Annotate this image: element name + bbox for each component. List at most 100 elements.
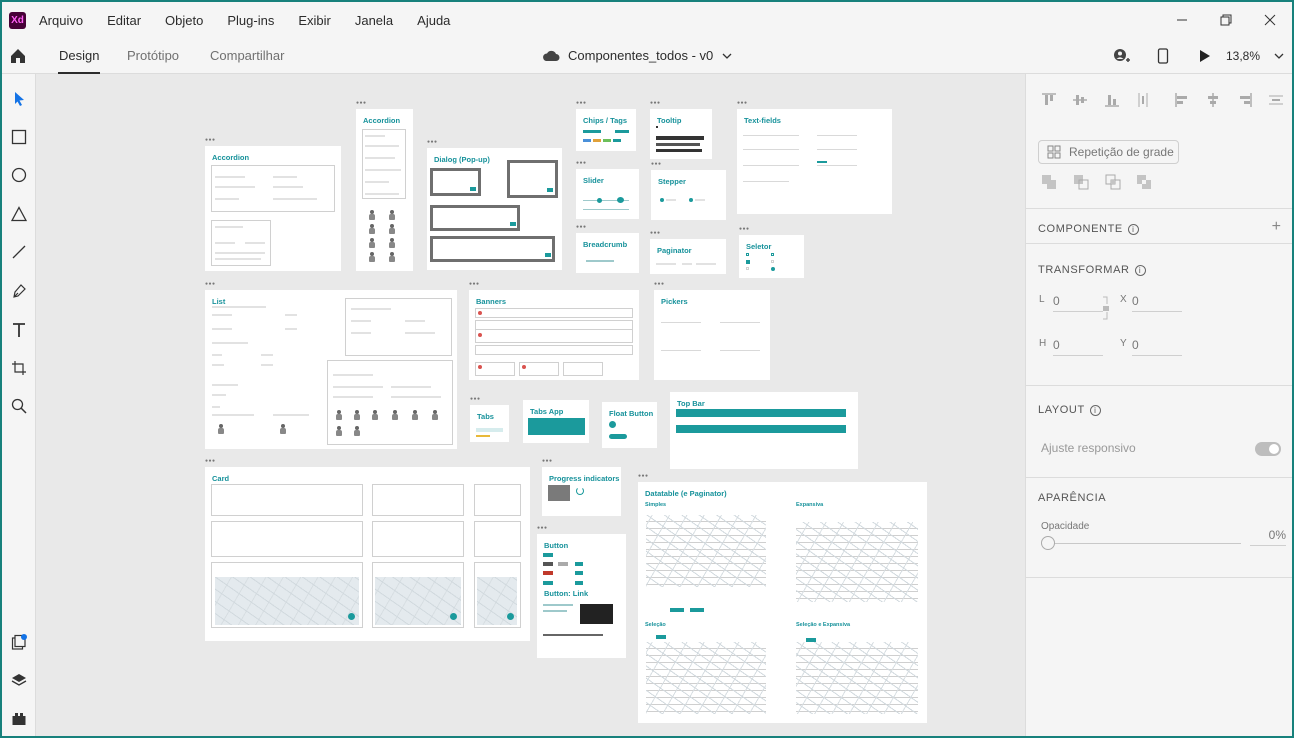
menu-ajuda[interactable]: Ajuda [417,13,450,28]
polygon-tool[interactable] [8,203,30,225]
assets-panel-button[interactable] [8,631,30,653]
zoom-level[interactable]: 13,8% [1226,49,1266,63]
artboard-chips[interactable]: ●●● Chips / Tags [576,100,636,151]
minimize-button[interactable] [1160,2,1204,38]
menu-plugins[interactable]: Plug-ins [227,13,274,28]
close-button[interactable] [1248,2,1292,38]
table-section-title: Expansiva [796,502,824,508]
align-center-icon[interactable] [1205,92,1221,108]
restore-button[interactable] [1204,2,1248,38]
zoom-dropdown[interactable] [1266,38,1292,74]
artboard-list[interactable]: ●●● List [205,281,457,449]
rectangle-tool[interactable] [8,126,30,148]
artboard-accordion[interactable]: ●●● Accordion [205,137,341,271]
menu-arquivo[interactable]: Arquivo [39,13,83,28]
x-input[interactable]: 0 [1132,294,1182,312]
artboard-label: ●●● [737,100,748,106]
device-preview-button[interactable] [1142,38,1184,74]
plugins-panel-button[interactable] [8,708,30,730]
menu-editar[interactable]: Editar [107,13,141,28]
artboard-top-bar[interactable]: Top Bar [670,392,858,469]
artboard-breadcrumb[interactable]: ●●● Breadcrumb [576,224,639,273]
artboard-paginator[interactable]: ●●● Paginator [650,230,726,274]
align-top-icon[interactable] [1041,92,1057,108]
design-canvas[interactable]: ●●● Accordion ●●● Accordion ●●● Dialog (… [37,74,1025,736]
align-left-icon[interactable] [1174,92,1190,108]
height-input[interactable]: 0 [1053,338,1103,356]
artboard-textfields[interactable]: ●●● Text-fields [737,100,892,214]
artboard-title: Paginator [657,246,692,255]
document-title-dropdown[interactable]: Componentes_todos - v0 [542,48,733,63]
layers-panel-button[interactable] [8,669,30,691]
menu-exibir[interactable]: Exibir [298,13,331,28]
artboard-button[interactable]: ●●● Button Button: Link [537,525,626,658]
tab-design[interactable]: Design [57,48,101,74]
artboard-card[interactable]: ●●● Card [205,458,530,641]
artboard-progress[interactable]: ●●● Progress indicators [542,458,621,516]
artboard-accordion-2[interactable]: ●●● Accordion [356,100,413,271]
info-icon[interactable]: i [1089,405,1101,416]
opacity-input[interactable]: 0% [1250,528,1286,546]
opacity-slider-track[interactable] [1048,543,1241,544]
opacity-slider-thumb[interactable] [1041,536,1055,550]
repeat-grid-button[interactable]: Repetição de grade [1038,140,1179,164]
y-input[interactable]: 0 [1132,338,1182,356]
boolean-subtract-icon[interactable] [1073,174,1089,190]
sample-button [575,562,583,566]
artboard-banners[interactable]: ●●● Banners [469,281,639,380]
artboard-title: Accordion [212,153,250,162]
menu-objeto[interactable]: Objeto [165,13,203,28]
slider-thumb [617,197,624,203]
text-line [212,394,226,396]
align-bottom-icon[interactable] [1104,92,1120,108]
select-tool[interactable] [8,88,30,110]
play-button[interactable] [1184,38,1226,74]
align-right-icon[interactable] [1237,92,1253,108]
text-line [365,169,401,171]
artboard-tool[interactable] [8,357,30,379]
artboard-float-button[interactable]: Float Button [602,402,657,448]
menu-janela[interactable]: Janela [355,13,393,28]
artboard-stepper[interactable]: ●●● Stepper [651,161,726,220]
boolean-intersect-icon[interactable] [1105,174,1121,190]
artboard-label: ●●● [427,139,438,145]
artboard-title: Pickers [661,297,688,306]
artboard-tabs-app[interactable]: Tabs App [523,400,589,443]
map-placeholder [215,577,359,625]
ellipse-tool[interactable] [8,164,30,186]
boolean-add-icon[interactable] [1041,174,1057,190]
line-tool[interactable] [8,241,30,263]
pen-tool[interactable] [8,280,30,302]
app-window: Xd Arquivo Editar Objeto Plug-ins Exibir… [0,0,1294,738]
align-middle-icon[interactable] [1072,92,1088,108]
radio-option [771,253,774,256]
artboard-selector[interactable]: ●●● Seletor [739,226,804,278]
width-input[interactable]: 0 [1053,294,1103,312]
add-component-button[interactable]: + [1272,218,1281,236]
artboard-pickers[interactable]: ●●● Pickers [654,281,770,380]
data-table [796,642,918,714]
tab-prototipo[interactable]: Protótipo [127,48,179,63]
responsive-resize-toggle[interactable] [1255,442,1281,456]
artboard-dialog[interactable]: ●●● Dialog (Pop-up) [427,139,562,270]
appearance-section: APARÊNCIA Opacidade 0% [1026,478,1292,578]
artboard-tabs[interactable]: ●●● Tabs [470,396,509,442]
text-line [543,634,603,636]
text-tool[interactable] [8,319,30,341]
artboard-slider[interactable]: ●●● Slider [576,160,639,219]
home-icon[interactable] [8,46,28,66]
boolean-exclude-icon[interactable] [1136,174,1152,190]
sample-button [543,581,553,585]
distribute-vertical-icon[interactable] [1135,92,1151,108]
lock-aspect-icon[interactable] [1102,296,1110,320]
info-icon[interactable]: i [1127,224,1139,235]
artboard-datatable[interactable]: ●●● Datatable (e Paginator) Simples Expa… [638,473,927,723]
zoom-tool[interactable] [8,395,30,417]
info-icon[interactable]: i [1134,265,1146,276]
tab-compartilhar[interactable]: Compartilhar [210,48,284,63]
artboard-tooltip[interactable]: ●●● Tooltip [650,100,712,159]
invite-button[interactable] [1100,38,1142,74]
distribute-horizontal-icon[interactable] [1268,92,1284,108]
picker-field [661,350,701,351]
minimize-icon [1177,19,1187,21]
